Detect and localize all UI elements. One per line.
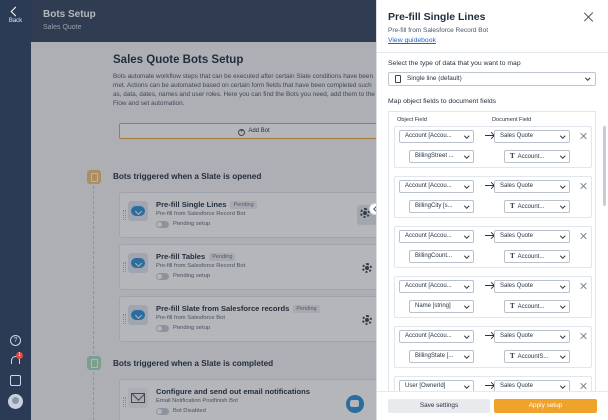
document-field-select[interactable]: T Account... [504,200,570,213]
calendar-icon[interactable] [10,375,21,386]
data-type-select[interactable]: Single line (default) [388,72,596,86]
mapping-row: User [OwnerId] Sales Quote [394,376,592,391]
panel-title: Pre-fill Single Lines [388,11,486,23]
bot-settings-panel: Pre-fill Single Lines Pre-fill from Sale… [376,0,608,420]
chevron-down-icon [463,303,469,309]
arrow-right-icon [485,385,494,387]
object-field-select[interactable]: BillingState [... [409,350,474,363]
chevron-down-icon [559,133,565,139]
chevron-down-icon [559,303,565,309]
remove-mapping-icon[interactable] [580,232,588,240]
back-button[interactable]: Back [0,6,31,32]
chevron-down-icon [579,73,593,85]
panel-scrollbar[interactable] [603,126,606,206]
chevron-down-icon [463,253,469,259]
text-field-icon: T [510,252,515,260]
close-icon[interactable] [584,12,594,22]
chevron-down-icon [559,183,565,189]
arrow-right-icon [485,335,494,337]
document-object-select[interactable]: Sales Quote [494,330,570,343]
chevron-down-icon [559,383,565,389]
object-select[interactable]: Account [Accou... [399,330,474,343]
text-field-icon: T [510,302,515,310]
mapping-row: Account [Accou... Sales Quote BillingCou… [394,226,592,268]
remove-mapping-icon[interactable] [580,382,588,390]
avatar[interactable] [8,394,23,409]
object-field-select[interactable]: BillingCity [s... [409,200,474,213]
object-field-select[interactable]: BillingCount... [409,250,474,263]
data-type-label: Select the type of data that you want to… [388,60,521,67]
save-settings-button[interactable]: Save settings [388,399,490,413]
field-mapping-list[interactable]: Object Field Document Field Account [Acc… [388,111,596,391]
document-object-select[interactable]: Sales Quote [494,230,570,243]
bell-icon[interactable]: 1 [10,352,23,366]
left-rail: Back ? 1 [0,0,31,420]
chevron-down-icon [559,333,565,339]
chevron-down-icon [463,183,469,189]
chevron-down-icon [559,233,565,239]
object-select[interactable]: Account [Accou... [399,280,474,293]
document-field-select[interactable]: T AccountS... [504,350,570,363]
mapping-row: Account [Accou... Sales Quote BillingCit… [394,176,592,218]
document-field-select[interactable]: T Account... [504,250,570,263]
text-field-icon: T [510,152,515,160]
document-object-select[interactable]: Sales Quote [494,130,570,143]
mapping-row: Account [Accou... Sales Quote BillingStr… [394,126,592,168]
arrow-right-icon [485,235,494,237]
object-select[interactable]: Account [Accou... [399,130,474,143]
chevron-down-icon [559,283,565,289]
object-select[interactable]: Account [Accou... [399,180,474,193]
document-field-header: Document Field [492,117,532,123]
arrow-right-icon [485,185,494,187]
arrow-right-icon [485,135,494,137]
panel-subtitle: Pre-fill from Salesforce Record Bot [388,27,489,34]
panel-footer: Save settings Apply setup [377,391,608,420]
chevron-down-icon [559,203,565,209]
text-field-icon: T [510,352,515,360]
document-object-select[interactable]: Sales Quote [494,280,570,293]
apply-setup-button[interactable]: Apply setup [494,399,597,413]
help-icon[interactable]: ? [10,335,21,346]
remove-mapping-icon[interactable] [580,282,588,290]
document-field-select[interactable]: T Account... [504,300,570,313]
chevron-down-icon [463,133,469,139]
object-select[interactable]: User [OwnerId] [399,380,474,391]
remove-mapping-icon[interactable] [580,182,588,190]
document-object-select[interactable]: Sales Quote [494,180,570,193]
mapping-row: Account [Accou... Sales Quote Name [stri… [394,276,592,318]
remove-mapping-icon[interactable] [580,332,588,340]
document-object-select[interactable]: Sales Quote [494,380,570,391]
chevron-down-icon [463,233,469,239]
back-label: Back [8,18,23,24]
chevron-down-icon [463,333,469,339]
chevron-down-icon [559,253,565,259]
chevron-down-icon [463,153,469,159]
remove-mapping-icon[interactable] [580,132,588,140]
object-field-select[interactable]: Name [string] [409,300,474,313]
divider [377,52,608,53]
guidebook-link[interactable]: View guidebook [388,37,436,44]
object-field-header: Object Field [397,117,427,123]
chevron-down-icon [463,353,469,359]
back-icon [10,6,21,17]
chevron-down-icon [559,153,565,159]
chevron-down-icon [463,383,469,389]
map-fields-label: Map object fields to document fields [388,98,497,105]
document-icon [395,75,401,83]
notification-badge: 1 [16,352,23,359]
chevron-down-icon [559,353,565,359]
modal-overlay[interactable] [31,0,376,420]
object-field-select[interactable]: BillingStreet ... [409,150,474,163]
arrow-right-icon [485,285,494,287]
text-field-icon: T [510,202,515,210]
mapping-row: Account [Accou... Sales Quote BillingSta… [394,326,592,368]
chevron-down-icon [463,283,469,289]
object-select[interactable]: Account [Accou... [399,230,474,243]
document-field-select[interactable]: T Account... [504,150,570,163]
chevron-down-icon [463,203,469,209]
